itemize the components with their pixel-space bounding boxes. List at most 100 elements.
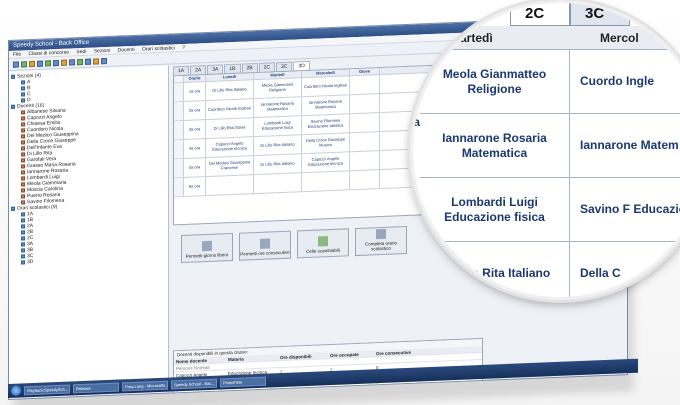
free-day-label: Permetti giorno libero — [185, 252, 229, 259]
grid-lesson-cell[interactable]: Di Lillo Rita Italiano — [254, 135, 302, 156]
grid-lesson-cell[interactable]: Cuordoro Nicola Inglese — [206, 99, 254, 120]
toolbar-icon[interactable] — [93, 57, 99, 65]
toolbar-icon[interactable] — [13, 61, 19, 68]
toolbar-icon[interactable] — [61, 59, 67, 66]
lens-column-mercoledi: Cuordo Ingle Iannarone Matem Savino F Ed… — [570, 50, 680, 300]
toolbar-icon[interactable] — [21, 60, 27, 67]
grid-lesson-cell[interactable]: Meola Giammaria Religione — [254, 78, 302, 99]
lens-cell[interactable]: Iannarone Rosaria Matematica — [420, 114, 569, 178]
toolbar-icon[interactable] — [37, 60, 43, 67]
person-icon — [21, 164, 25, 169]
grid-lesson-cell[interactable]: Capozzi Angelo Educazione tecnica — [206, 137, 254, 158]
complete-schedule-button[interactable]: Completa orario scolastico — [355, 225, 407, 257]
lens-cell[interactable]: Di Lillo Rita Italiano — [420, 242, 569, 300]
grid-lesson-cell[interactable]: Cuordoro Nicola Inglese — [302, 76, 350, 97]
consecutive-hours-button[interactable]: Permetti ore consecutive — [239, 230, 291, 261]
taskbar-item[interactable]: Release — [73, 382, 119, 393]
taskbar-item[interactable]: Prog.Lang - Microsofts... — [122, 380, 168, 391]
grid-time-cell: 1a ora — [184, 82, 206, 101]
row-selector[interactable] — [174, 120, 184, 140]
grid-lesson-cell[interactable]: Di Lillo Rita Italiano — [206, 80, 254, 101]
grid-header-cell: Giove — [350, 68, 380, 76]
start-icon[interactable] — [11, 385, 21, 396]
lens-cell[interactable]: Cuordo Ingle — [570, 50, 680, 114]
swap-cells-label: Celle scambiabili — [306, 247, 340, 255]
grid-lesson-cell[interactable] — [350, 113, 380, 133]
toolbar-icon[interactable] — [53, 59, 59, 66]
lens-cell[interactable]: Savino F Educazio — [570, 178, 680, 242]
row-selector[interactable] — [174, 139, 184, 159]
person-icon — [21, 122, 25, 127]
lens-cell[interactable]: Iannarone Matem — [570, 114, 680, 178]
grid-time-cell: 4a ora — [184, 139, 206, 158]
grid-lesson-cell[interactable] — [254, 173, 302, 194]
toolbar-icon[interactable] — [29, 60, 35, 67]
grid-time-cell: 3a ora — [184, 120, 206, 139]
grid-lesson-cell[interactable]: Iannarone Rosaria Matematica — [254, 97, 302, 118]
lens-tab-2c[interactable]: 2C — [510, 0, 570, 26]
screenshot-stage: Speedy School - Back Office File Classi … — [0, 0, 680, 405]
taskbar-item[interactable]: Speedy School - Bac... — [171, 378, 217, 389]
toolbar-icon[interactable] — [69, 58, 75, 66]
row-selector[interactable] — [174, 82, 184, 102]
menu-sedi[interactable]: Sedi — [76, 49, 86, 55]
grid-lesson-cell[interactable]: Savino Filomena Educazione artistica — [302, 114, 350, 135]
class-icon — [21, 254, 25, 259]
grid-lesson-cell[interactable]: Di Lillo Rita Italiano — [254, 154, 302, 175]
grid-lesson-cell[interactable]: Della Croce Giuseppe Musica — [302, 133, 350, 154]
grid-lesson-cell[interactable] — [350, 94, 380, 114]
class-icon — [21, 98, 25, 103]
lens-header-martedi: Martedì — [450, 31, 493, 45]
grid-lesson-cell[interactable]: Capozzi Angelo Educazione tecnica — [302, 152, 350, 173]
grid-lesson-cell[interactable] — [350, 75, 380, 95]
gear-icon — [376, 228, 386, 240]
menu-help[interactable]: ? — [182, 45, 185, 51]
class-icon — [21, 80, 25, 85]
grid-lesson-cell[interactable] — [302, 171, 350, 192]
taskbar-item[interactable]: Playback/SpeedySch... — [24, 384, 70, 395]
taskbar-item[interactable]: PhotoFiltre — [220, 376, 266, 387]
folder-icon — [11, 104, 15, 109]
grid-lesson-cell[interactable]: Del Medico Giuseppina Francese — [206, 156, 254, 177]
row-selector[interactable] — [174, 158, 184, 178]
lens-content: 2C 3C Martedì Mercol la Meola Gianmatteo… — [410, 0, 680, 300]
toolbar-icon[interactable] — [101, 57, 107, 64]
class-icon — [21, 248, 25, 253]
grid-lesson-cell[interactable]: Iannarone Rosaria Matematica — [302, 95, 350, 116]
toolbar-icon[interactable] — [85, 58, 91, 65]
class-icon — [21, 230, 25, 235]
person-icon — [21, 176, 25, 181]
lens-cell[interactable]: Della C — [570, 242, 680, 300]
menu-docenti[interactable]: Docenti — [118, 47, 135, 54]
clock-icon — [260, 238, 270, 249]
lens-cell[interactable]: Lombardi Luigi Educazione fisica — [420, 178, 569, 242]
lens-left-fragment: la — [410, 115, 421, 129]
grid-lesson-cell[interactable] — [350, 170, 380, 190]
toolbar-icon[interactable] — [77, 58, 83, 65]
lens-header-mercoledi: Mercol — [600, 31, 639, 45]
person-icon — [21, 158, 25, 163]
menu-classi[interactable]: Classi di concorso — [28, 50, 69, 58]
grid-lesson-cell[interactable] — [350, 132, 380, 152]
class-icon — [21, 224, 25, 229]
person-icon — [21, 116, 25, 121]
toolbar-icon[interactable] — [45, 59, 51, 67]
grid-lesson-cell[interactable]: Lombardi Luigi Educazione fisica — [254, 116, 302, 137]
class-icon — [21, 236, 25, 241]
sidebar-tree: Sezioni (4) A B C D Docenti (16) Albanese Silv… — [9, 65, 169, 387]
person-icon — [21, 170, 25, 175]
swap-cells-button[interactable]: Celle scambiabili — [297, 228, 349, 259]
grid-lesson-cell[interactable] — [350, 151, 380, 171]
menu-file[interactable]: File — [13, 51, 21, 57]
lens-cell[interactable]: Meola Gianmatteo Religione — [420, 50, 569, 114]
menu-orari[interactable]: Orari scolastici — [142, 45, 175, 52]
grid-lesson-cell[interactable]: Di Lillo Rita Storia — [206, 118, 254, 139]
lens-tab-3c[interactable]: 3C — [570, 0, 630, 26]
grid-time-cell: 5a ora — [184, 158, 206, 177]
row-selector[interactable] — [174, 101, 184, 121]
menu-sezioni[interactable]: Sezioni — [94, 48, 110, 55]
complete-schedule-label: Completa orario scolastico — [364, 240, 397, 252]
free-day-button[interactable]: Permetti giorno libero — [181, 232, 233, 264]
grid-lesson-cell[interactable] — [206, 175, 254, 196]
row-selector[interactable] — [174, 177, 184, 197]
